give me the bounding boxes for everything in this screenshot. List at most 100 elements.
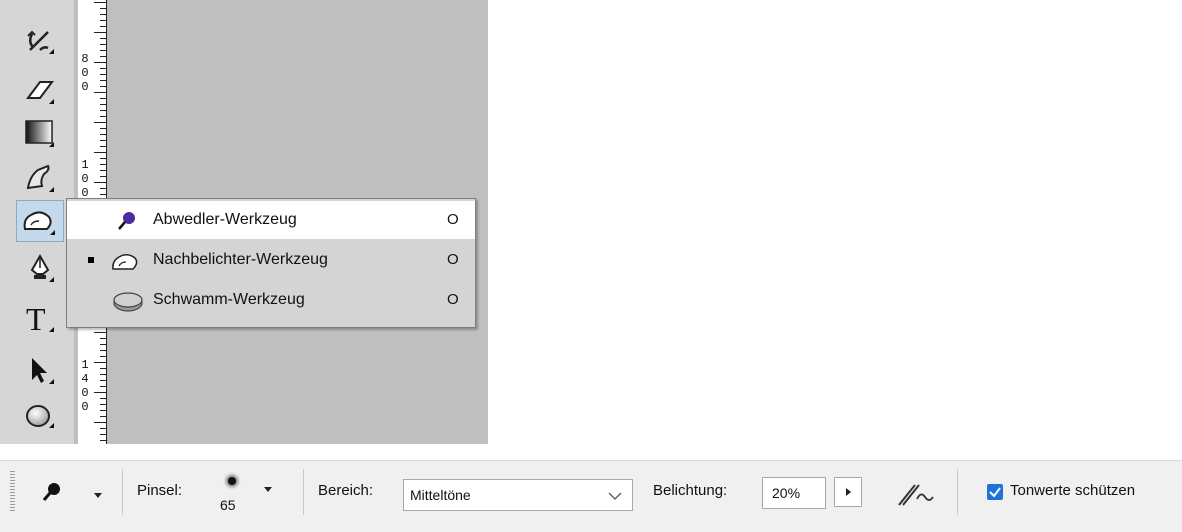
dodge-icon — [118, 212, 135, 230]
tool-flyout-menu: Abwedler-Werkzeug O Nachbelichter-Werkze… — [66, 198, 476, 328]
brush-label: Pinsel: — [137, 482, 183, 499]
checkmark-icon — [989, 487, 1001, 498]
eraser-icon — [26, 81, 54, 99]
dodge-tool-icon — [42, 483, 60, 501]
ruler-label: 0 — [81, 66, 89, 80]
exposure-input[interactable]: 20% — [762, 477, 826, 509]
ruler-tick — [100, 344, 106, 345]
burn-tool[interactable] — [16, 200, 64, 242]
ruler-tick — [100, 38, 106, 39]
chevron-down-icon — [94, 493, 102, 498]
ruler-tick — [100, 80, 106, 81]
gradient-tool[interactable] — [18, 113, 62, 153]
ruler-tick — [100, 188, 106, 189]
ruler-tick — [100, 8, 106, 9]
ruler-tick — [100, 74, 106, 75]
ruler-label: 0 — [81, 172, 89, 186]
gradient-icon — [25, 120, 53, 144]
separator — [303, 469, 304, 515]
separator — [957, 469, 958, 515]
ruler-tick — [94, 62, 106, 63]
selection-tool[interactable] — [18, 350, 62, 390]
burn-icon — [112, 254, 138, 270]
range-select-value: Mitteltöne — [410, 487, 471, 503]
flyout-item-shortcut: O — [447, 251, 459, 268]
protect-tones-label: Tonwerte schützen — [1010, 482, 1136, 499]
ruler-tick — [100, 140, 106, 141]
ruler-tick — [100, 56, 106, 57]
ruler-tick — [94, 422, 106, 423]
chevron-down-icon — [608, 492, 622, 500]
flyout-item-sponge[interactable]: Schwamm-Werkzeug O — [67, 281, 475, 319]
ruler-tick — [100, 20, 106, 21]
ruler-tick — [100, 338, 106, 339]
ruler-tick — [100, 356, 106, 357]
tool-preset-picker[interactable] — [32, 475, 112, 511]
smudge-icon — [26, 164, 50, 190]
ruler-tick — [100, 44, 106, 45]
ruler-tick — [94, 2, 106, 3]
airbrush-icon — [898, 484, 934, 506]
ruler-tick — [94, 182, 106, 183]
ruler-label: 0 — [81, 80, 89, 94]
history-brush-icon — [27, 30, 49, 51]
ruler-label: 0 — [81, 400, 89, 414]
flyout-item-label: Schwamm-Werkzeug — [153, 291, 305, 308]
ruler-tick — [100, 86, 106, 87]
ruler-tick — [100, 110, 106, 111]
pen-icon — [30, 253, 50, 279]
ruler-tick — [100, 164, 106, 165]
ruler-tick — [100, 440, 106, 441]
ruler-tick — [94, 392, 106, 393]
options-bar-grip[interactable] — [10, 471, 15, 513]
ruler-tick — [94, 362, 106, 363]
ruler-tick — [100, 386, 106, 387]
brush-picker[interactable]: 65 — [214, 469, 284, 519]
ellipse-icon — [26, 405, 50, 427]
ruler-tick — [100, 374, 106, 375]
exposure-label: Belichtung: — [653, 482, 728, 499]
ellipse-tool[interactable] — [18, 394, 62, 434]
ruler-tick — [100, 158, 106, 159]
eraser-tool[interactable] — [18, 70, 62, 110]
flyout-item-shortcut: O — [447, 291, 459, 308]
ruler-tick — [94, 152, 106, 153]
history-brush-tool[interactable] — [18, 20, 62, 60]
pen-tool[interactable] — [18, 248, 62, 288]
ruler-tick — [100, 410, 106, 411]
smudge-tool[interactable] — [18, 158, 62, 198]
selection-arrow-icon — [32, 358, 47, 383]
exposure-value: 20% — [772, 485, 801, 501]
ruler-tick — [94, 32, 106, 33]
ruler-tick — [100, 104, 106, 105]
ruler-label: 0 — [81, 186, 89, 200]
ruler-label: 0 — [81, 386, 89, 400]
options-bar: Pinsel: 65 Bereich: Mitteltöne Belichtun… — [0, 460, 1182, 532]
flyout-item-label: Nachbelichter-Werkzeug — [153, 251, 328, 268]
ruler-tick — [100, 14, 106, 15]
flyout-item-burn[interactable]: Nachbelichter-Werkzeug O — [67, 241, 475, 279]
exposure-slider-button[interactable] — [834, 477, 862, 507]
flyout-item-shortcut: O — [447, 211, 459, 228]
type-tool[interactable]: T — [18, 298, 62, 338]
burn-icon — [23, 211, 52, 230]
ruler-label: 1 — [81, 358, 89, 372]
ruler-tick — [100, 128, 106, 129]
chevron-down-icon — [264, 487, 272, 492]
airbrush-toggle[interactable] — [893, 475, 939, 511]
ruler-label: 4 — [81, 372, 89, 386]
ruler-tick — [100, 146, 106, 147]
ruler-tick — [94, 122, 106, 123]
toolbox: T — [0, 0, 74, 444]
separator — [122, 469, 123, 515]
ruler-tick — [100, 68, 106, 69]
brush-size: 65 — [220, 497, 236, 513]
range-label: Bereich: — [318, 482, 374, 499]
svg-text:T: T — [26, 301, 46, 337]
ruler-tick — [100, 98, 106, 99]
ruler-tick — [100, 116, 106, 117]
ruler-tick — [100, 26, 106, 27]
protect-tones-checkbox[interactable] — [987, 484, 1003, 500]
flyout-item-dodge[interactable]: Abwedler-Werkzeug O — [67, 201, 475, 239]
range-select[interactable]: Mitteltöne — [403, 479, 633, 511]
